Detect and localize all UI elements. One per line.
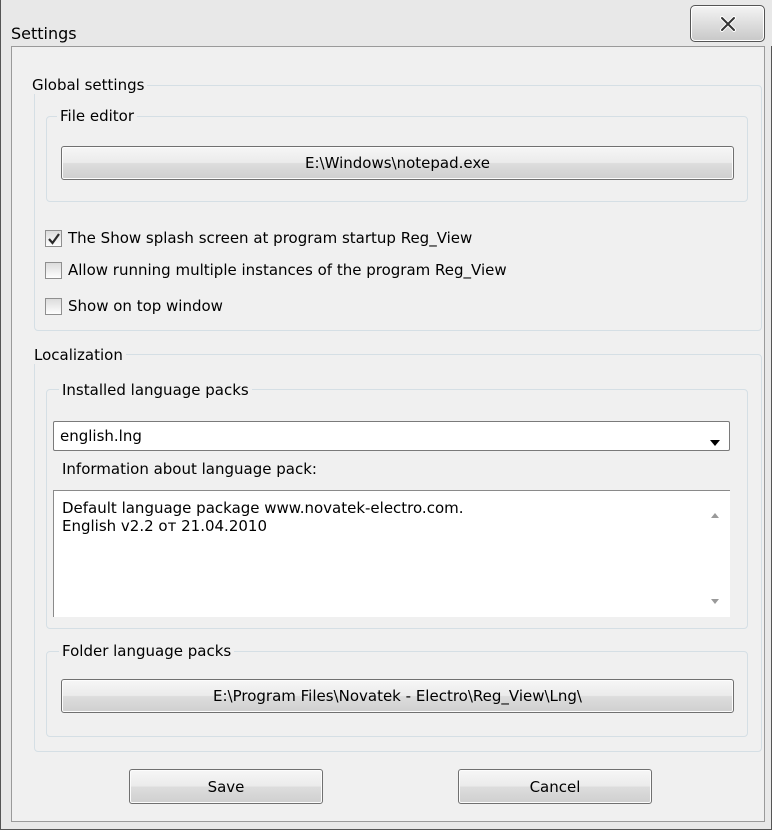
info-label: Information about language pack: — [62, 460, 317, 478]
cancel-button[interactable]: Cancel — [458, 769, 652, 804]
language-info-line-1: Default language package www.novatek-ele… — [62, 499, 464, 517]
multiple-instances-label: Allow running multiple instances of the … — [68, 261, 507, 279]
window-title: Settings — [11, 24, 77, 43]
splash-screen-label: The Show splash screen at program startu… — [68, 229, 473, 247]
close-button[interactable] — [690, 5, 765, 42]
installed-packs-label: Installed language packs — [59, 381, 252, 399]
save-button[interactable]: Save — [129, 769, 323, 804]
language-pack-select[interactable]: english.lng — [53, 421, 730, 451]
splash-screen-option[interactable]: The Show splash screen at program startu… — [45, 228, 472, 248]
save-button-label: Save — [207, 777, 245, 796]
folder-path-text: E:\Program Files\Novatek - Electro\Reg_V… — [213, 687, 582, 705]
localization-label: Localization — [31, 346, 126, 364]
settings-window: Settings Global settings File editor E:\… — [0, 0, 772, 830]
language-info-textarea[interactable]: Default language package www.novatek-ele… — [53, 490, 730, 617]
on-top-label: Show on top window — [68, 297, 223, 315]
multiple-instances-option[interactable]: Allow running multiple instances of the … — [45, 260, 507, 280]
folder-path-button[interactable]: E:\Program Files\Novatek - Electro\Reg_V… — [61, 679, 734, 713]
language-info-line-2: English v2.2 от 21.04.2010 — [62, 517, 267, 535]
close-icon — [719, 15, 737, 32]
title-bar[interactable]: Settings — [1, 0, 772, 46]
scroll-down-icon[interactable] — [710, 591, 720, 609]
checkmark-icon — [48, 232, 60, 245]
on-top-option[interactable]: Show on top window — [45, 296, 223, 316]
multiple-instances-checkbox[interactable] — [45, 261, 62, 279]
scroll-up-icon[interactable] — [710, 505, 720, 523]
cancel-button-label: Cancel — [529, 777, 581, 796]
language-pack-selected: english.lng — [60, 427, 142, 445]
file-editor-label: File editor — [57, 107, 138, 125]
global-settings-label: Global settings — [29, 76, 148, 94]
file-editor-path-button[interactable]: E:\Windows\notepad.exe — [61, 146, 734, 180]
splash-screen-checkbox[interactable] — [45, 229, 62, 247]
file-editor-path-text: E:\Windows\notepad.exe — [304, 154, 490, 172]
chevron-down-icon — [709, 433, 721, 451]
folder-packs-label: Folder language packs — [59, 642, 235, 660]
on-top-checkbox[interactable] — [45, 297, 62, 315]
